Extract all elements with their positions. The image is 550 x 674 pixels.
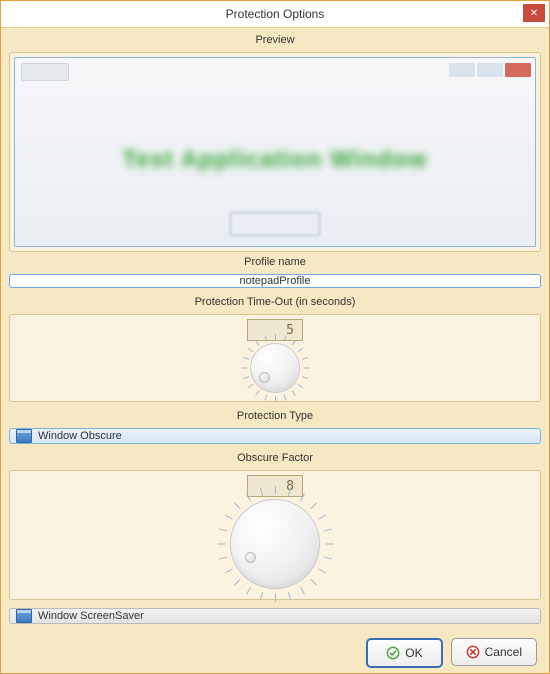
protection-type-label-text: Window ScreenSaver [38,610,144,622]
protection-type-label-text: Window Obscure [38,430,122,442]
preview-titlebar [17,60,533,82]
content-area: Preview Test Application Window Profile … [1,28,549,673]
ok-button-label: OK [405,646,422,660]
preview-close-icon [505,63,531,77]
close-button[interactable]: ✕ [523,4,545,22]
cancel-icon [466,645,480,659]
dial-indicator [259,372,270,383]
dialog-buttons: OK Cancel [9,632,541,670]
titlebar: Protection Options ✕ [1,1,549,28]
preview-label: Preview [9,34,541,46]
preview-frame: Test Application Window [14,57,536,247]
obscure-panel: 8 [9,470,541,600]
ok-button[interactable]: OK [366,638,442,668]
preview-mini-icon [21,63,69,81]
obscure-dial-wrap [230,499,320,589]
protection-type-label: Protection Type [9,410,541,422]
preview-panel: Test Application Window [9,52,541,252]
profile-name-label: Profile name [9,256,541,268]
timeout-panel: 5 [9,314,541,402]
timeout-label: Protection Time-Out (in seconds) [9,296,541,308]
window-icon [16,429,32,443]
preview-sample-text: Test Application Window [15,146,535,174]
preview-min-icon [449,63,475,77]
window-icon [16,609,32,623]
timeout-dial[interactable] [250,343,300,393]
close-icon: ✕ [530,8,538,19]
dial-indicator [245,552,256,563]
timeout-dial-wrap [250,343,300,393]
preview-sample-button [230,212,320,236]
protection-type-obscure[interactable]: Window Obscure [9,428,541,444]
cancel-button-label: Cancel [485,645,522,659]
protection-type-screensaver[interactable]: Window ScreenSaver [9,608,541,624]
ok-icon [386,646,400,660]
preview-max-icon [477,63,503,77]
window-title: Protection Options [226,7,325,21]
profile-name-input[interactable] [9,274,541,288]
obscure-dial[interactable] [230,499,320,589]
protection-options-window: Protection Options ✕ Preview Test Applic… [0,0,550,674]
cancel-button[interactable]: Cancel [451,638,537,666]
obscure-factor-label: Obscure Factor [9,452,541,464]
